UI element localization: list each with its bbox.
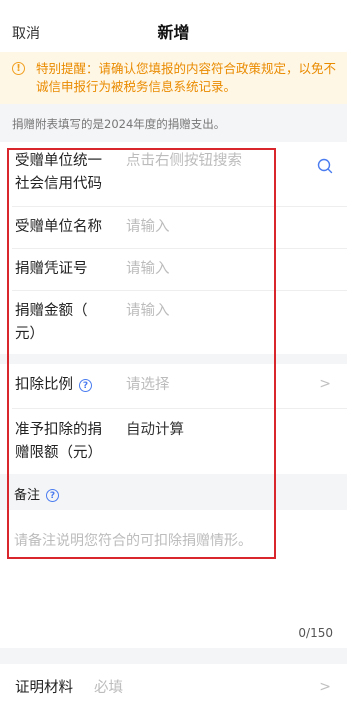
ratio-row[interactable]: 扣除比例? 请选择 > <box>0 364 347 408</box>
ratio-select[interactable]: 请选择 <box>126 374 170 397</box>
ratio-label-wrap: 扣除比例? <box>15 374 92 397</box>
voucher-label: 捐赠凭证号 <box>15 261 88 277</box>
warning-banner: ! 特别提醒：请确认您填报的内容符合政策规定，以免不诚信申报行为被税务信息系统记… <box>0 52 347 104</box>
help-icon[interactable]: ? <box>46 489 60 502</box>
voucher-input[interactable]: 请输入 <box>126 258 170 281</box>
chevron-right-icon: > <box>319 376 331 392</box>
ratio-label: 扣除比例 <box>15 377 73 393</box>
remark-placeholder: 请备注说明您符合的可扣除捐赠情形。 <box>14 533 252 549</box>
donation-year-note: 捐赠附表填写的是2024年度的捐赠支出。 <box>12 117 226 131</box>
page-title: 新增 <box>157 23 190 42</box>
credit-code-row[interactable]: 受赠单位统一 社会信用代码 点击右侧按钮搜索 <box>0 142 347 206</box>
unit-name-input[interactable]: 请输入 <box>126 216 170 239</box>
unit-name-label: 受赠单位名称 <box>15 219 102 235</box>
remark-label-wrap: 备注? <box>14 484 60 503</box>
character-counter: 0/150 <box>298 626 333 640</box>
amount-label-line2: 元） <box>15 326 44 342</box>
warning-text: 特别提醒：请确认您填报的内容符合政策规定，以免不诚信申报行为被税务信息系统记录。 <box>36 61 337 94</box>
remark-textarea[interactable]: 请备注说明您符合的可扣除捐赠情形。 0/150 <box>0 510 347 648</box>
proof-material-row[interactable]: 证明材料 必填 > <box>0 664 347 714</box>
limit-row: 准予扣除的捐 赠限额（元） 自动计算 <box>0 409 347 474</box>
credit-code-label-line2: 社会信用代码 <box>15 176 102 192</box>
credit-code-input[interactable]: 点击右侧按钮搜索 <box>126 150 242 173</box>
remark-label: 备注 <box>14 488 41 503</box>
credit-code-label-line1: 受赠单位统一 <box>15 153 102 169</box>
info-icon: ! <box>12 62 25 75</box>
proof-placeholder: 必填 <box>94 680 123 696</box>
limit-label-line2: 赠限额（元） <box>15 445 102 461</box>
proof-label: 证明材料 <box>15 680 73 696</box>
voucher-row[interactable]: 捐赠凭证号 请输入 <box>0 249 347 290</box>
amount-input[interactable]: 请输入 <box>126 300 170 323</box>
amount-label-line1: 捐赠金额（ <box>15 303 88 319</box>
top-bar: 取消 新增 <box>0 0 347 52</box>
remark-header: 备注? <box>0 474 347 510</box>
chevron-right-icon: > <box>319 679 331 695</box>
limit-label-line1: 准予扣除的捐 <box>15 422 102 438</box>
search-icon[interactable] <box>317 158 333 174</box>
help-icon[interactable]: ? <box>79 378 92 392</box>
unit-name-row[interactable]: 受赠单位名称 请输入 <box>0 207 347 248</box>
amount-row[interactable]: 捐赠金额（ 元） 请输入 <box>0 291 347 354</box>
limit-value: 自动计算 <box>126 422 184 438</box>
